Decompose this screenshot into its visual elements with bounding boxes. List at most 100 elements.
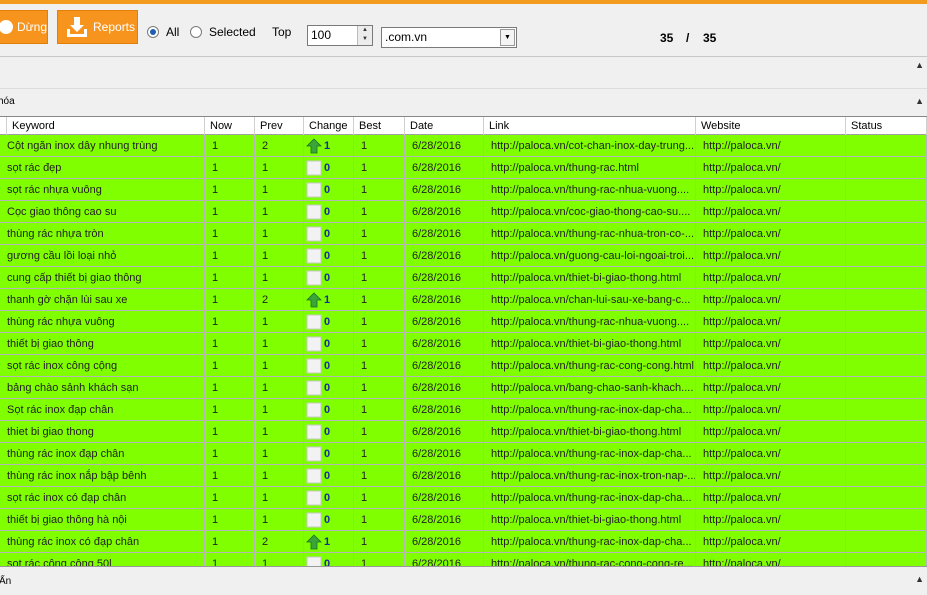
cell-link: http://paloca.vn/thiet-bi-giao-thong.htm… bbox=[484, 509, 696, 531]
cell-keyword: thiết bị giao thông hà nội bbox=[0, 509, 205, 531]
column-header-link[interactable]: Link bbox=[484, 117, 696, 135]
table-row[interactable]: sọt rác đẹp 1 1 0 1 6/28/2016 http://paloca.vn… bbox=[0, 157, 927, 179]
cell-best: 1 bbox=[354, 223, 405, 245]
cell-best: 1 bbox=[354, 443, 405, 465]
up-arrow-icon bbox=[306, 138, 322, 154]
column-header-date[interactable]: Date bbox=[405, 117, 484, 135]
table-row[interactable]: sọt rác inox có đạp chân 1 1 0 1 6/28/2016 htt… bbox=[0, 487, 927, 509]
cell-link: http://paloca.vn/bang-chao-sanh-khach...… bbox=[484, 377, 696, 399]
table-row[interactable]: thùng rác inox có đạp chân 1 2 1 1 6/28/2016 h… bbox=[0, 531, 927, 553]
cell-best: 1 bbox=[354, 355, 405, 377]
cell-prev: 2 bbox=[255, 289, 304, 311]
cell-prev: 1 bbox=[255, 333, 304, 355]
cell-best: 1 bbox=[354, 179, 405, 201]
no-change-icon bbox=[306, 468, 322, 484]
cell-best: 1 bbox=[354, 201, 405, 223]
stop-button[interactable]: Dừng bbox=[0, 10, 48, 44]
change-value: 0 bbox=[324, 426, 331, 439]
change-value: 0 bbox=[324, 162, 331, 175]
cell-status bbox=[846, 355, 927, 377]
table-row[interactable]: thùng rác inox nắp bập bênh 1 1 0 1 6/28/2016… bbox=[0, 465, 927, 487]
cell-website: http://paloca.vn/ bbox=[696, 157, 846, 179]
column-header-change[interactable]: Change bbox=[304, 117, 354, 135]
cell-keyword: sọt rác nhựa vuông bbox=[0, 179, 205, 201]
cell-prev: 1 bbox=[255, 553, 304, 566]
table-row[interactable]: gương cầu lồi loại nhỏ 1 1 0 1 6/28/2016 http:… bbox=[0, 245, 927, 267]
radio-all-label: All bbox=[166, 25, 180, 39]
stepper-up-icon[interactable]: ▲ bbox=[358, 26, 372, 35]
stepper-buttons[interactable]: ▲ ▼ bbox=[357, 26, 372, 45]
cell-date: 6/28/2016 bbox=[405, 333, 484, 355]
table-row[interactable]: sọt rác công cộng 50l 1 1 0 1 6/28/2016 http:/… bbox=[0, 553, 927, 566]
table-row[interactable]: thiết bị giao thông 1 1 0 1 6/28/2016 http://p… bbox=[0, 333, 927, 355]
up-arrow-icon bbox=[306, 292, 322, 308]
collapse-icon[interactable]: ▲ bbox=[915, 574, 924, 584]
table-row[interactable]: cung cấp thiết bị giao thông 1 1 0 1 6/28/201… bbox=[0, 267, 927, 289]
cell-now: 1 bbox=[205, 289, 255, 311]
cell-prev: 1 bbox=[255, 399, 304, 421]
radio-selected[interactable] bbox=[190, 26, 202, 38]
cell-date: 6/28/2016 bbox=[405, 135, 484, 157]
radio-all[interactable] bbox=[147, 26, 159, 38]
cell-link: http://paloca.vn/chan-lui-sau-xe-bang-c.… bbox=[484, 289, 696, 311]
no-change-icon bbox=[306, 248, 322, 264]
change-value: 0 bbox=[324, 250, 331, 263]
table-row[interactable]: bảng chào sảnh khách sạn 1 1 0 1 6/28/2016 htt… bbox=[0, 377, 927, 399]
column-header-now[interactable]: Now bbox=[205, 117, 255, 135]
cell-status bbox=[846, 377, 927, 399]
cell-now: 1 bbox=[205, 333, 255, 355]
keyword-table: Keyword Now Prev Change Best Date Link W… bbox=[0, 116, 927, 566]
cell-now: 1 bbox=[205, 531, 255, 553]
table-row[interactable]: sọt rác inox công cộng 1 1 0 1 6/28/2016 http:… bbox=[0, 355, 927, 377]
table-row[interactable]: thanh gờ chặn lùi sau xe 1 2 1 1 6/28/2016 htt… bbox=[0, 289, 927, 311]
table-row[interactable]: thùng rác inox đạp chân 1 1 0 1 6/28/2016 http… bbox=[0, 443, 927, 465]
cell-date: 6/28/2016 bbox=[405, 355, 484, 377]
cell-date: 6/28/2016 bbox=[405, 267, 484, 289]
column-header-prev[interactable]: Prev bbox=[255, 117, 304, 135]
table-row[interactable]: Sọt rác inox đạp chân 1 1 0 1 6/28/2016 http:/… bbox=[0, 399, 927, 421]
cell-date: 6/28/2016 bbox=[405, 311, 484, 333]
cell-prev: 1 bbox=[255, 377, 304, 399]
stepper-down-icon[interactable]: ▼ bbox=[358, 35, 372, 44]
change-value: 0 bbox=[324, 404, 331, 417]
cell-link: http://paloca.vn/thiet-bi-giao-thong.htm… bbox=[484, 333, 696, 355]
collapse-icon[interactable]: ▲ bbox=[915, 96, 924, 106]
table-row[interactable]: thùng rác nhựa vuông 1 1 0 1 6/28/2016 http://… bbox=[0, 311, 927, 333]
table-row[interactable]: Cột ngăn inox dây nhung trùng 1 2 1 1 6/28/20… bbox=[0, 135, 927, 157]
change-value: 0 bbox=[324, 228, 331, 241]
cell-website: http://paloca.vn/ bbox=[696, 223, 846, 245]
cell-now: 1 bbox=[205, 355, 255, 377]
cell-prev: 1 bbox=[255, 509, 304, 531]
no-change-icon bbox=[306, 380, 322, 396]
column-header-keyword[interactable]: Keyword bbox=[7, 117, 205, 135]
no-change-icon bbox=[306, 270, 322, 286]
domain-select[interactable]: .com.vn ▼ bbox=[381, 27, 517, 48]
column-header-status[interactable]: Status bbox=[846, 117, 927, 135]
cell-change: 0 bbox=[304, 509, 354, 531]
cell-status bbox=[846, 487, 927, 509]
chevron-down-icon[interactable]: ▼ bbox=[500, 29, 515, 46]
column-header-best[interactable]: Best bbox=[354, 117, 405, 135]
no-change-icon bbox=[306, 446, 322, 462]
cell-keyword: thùng rác nhựa tròn bbox=[0, 223, 205, 245]
cell-now: 1 bbox=[205, 157, 255, 179]
cell-website: http://paloca.vn/ bbox=[696, 531, 846, 553]
table-row[interactable]: Cọc giao thông cao su 1 1 0 1 6/28/2016 http:/… bbox=[0, 201, 927, 223]
cell-status bbox=[846, 201, 927, 223]
cell-best: 1 bbox=[354, 267, 405, 289]
table-row[interactable]: thùng rác nhựa tròn 1 1 0 1 6/28/2016 http://p… bbox=[0, 223, 927, 245]
top-count-stepper[interactable]: 100 ▲ ▼ bbox=[307, 25, 373, 46]
change-value: 0 bbox=[324, 338, 331, 351]
table-row[interactable]: thiết bị giao thông hà nội 1 1 0 1 6/28/2016 h… bbox=[0, 509, 927, 531]
cell-website: http://paloca.vn/ bbox=[696, 443, 846, 465]
column-header-website[interactable]: Website bbox=[696, 117, 846, 135]
cell-keyword: thùng rác inox nắp bập bênh bbox=[0, 465, 205, 487]
top-label: Top bbox=[272, 25, 292, 39]
cell-status bbox=[846, 531, 927, 553]
change-value: 0 bbox=[324, 184, 331, 197]
table-row[interactable]: sọt rác nhựa vuông 1 1 0 1 6/28/2016 http://pa… bbox=[0, 179, 927, 201]
collapse-icon[interactable]: ▲ bbox=[915, 60, 924, 70]
reports-button[interactable]: Reports bbox=[57, 10, 138, 44]
table-row[interactable]: thiet bi giao thong 1 1 0 1 6/28/2016 http://p… bbox=[0, 421, 927, 443]
cell-keyword: Cọc giao thông cao su bbox=[0, 201, 205, 223]
